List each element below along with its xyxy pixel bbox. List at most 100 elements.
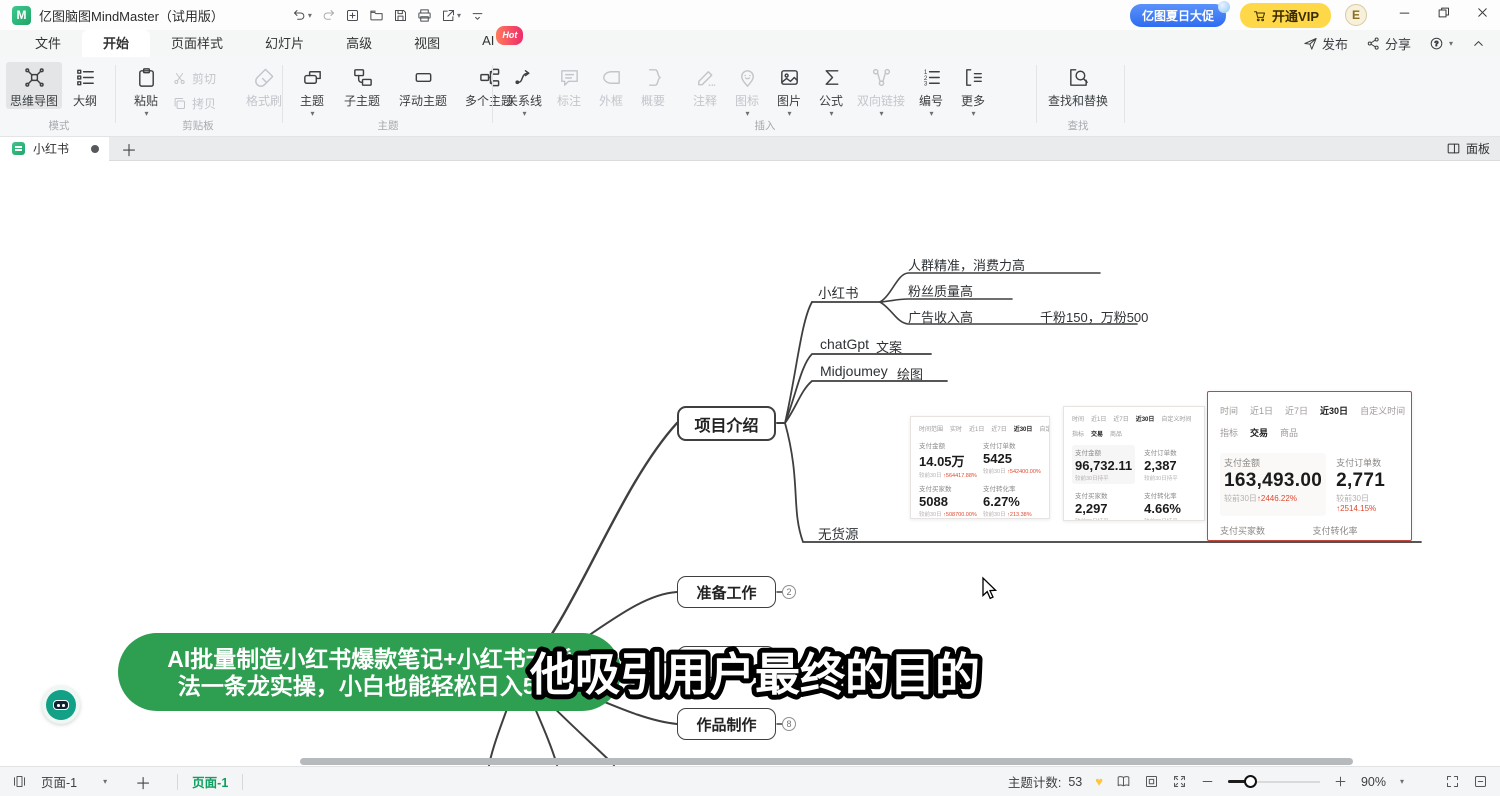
close-button[interactable]: [1475, 5, 1490, 25]
relationship-button[interactable]: 关系线▾: [500, 62, 548, 118]
node-intro[interactable]: 项目介绍: [677, 406, 776, 441]
panel-icon: [1446, 141, 1461, 156]
cut-button[interactable]: 剪切: [172, 70, 236, 87]
branch-xiaohongshu[interactable]: 小红书: [818, 282, 859, 302]
panel-toggle-button[interactable]: 面板: [1446, 140, 1500, 157]
zoom-level[interactable]: 90%: [1361, 775, 1386, 789]
pages-view-button[interactable]: [12, 774, 27, 789]
tab-home[interactable]: 开始: [82, 30, 150, 57]
minimize-button[interactable]: [1397, 5, 1412, 25]
slideshow-preview-button[interactable]: [1116, 774, 1131, 789]
ai-assistant-button[interactable]: [42, 686, 80, 724]
formula-button[interactable]: 公式▾: [810, 62, 852, 118]
zoom-in-button[interactable]: [1333, 774, 1348, 789]
export-caret-icon[interactable]: ▾: [457, 11, 461, 20]
zoom-caret-icon[interactable]: ▾: [1400, 777, 1404, 786]
tab-slideshow[interactable]: 幻灯片: [244, 30, 325, 57]
horizontal-scrollbar[interactable]: [300, 758, 1353, 765]
share-button[interactable]: 分享: [1366, 34, 1411, 53]
menu-bar: 文件 开始 页面样式 幻灯片 高级 视图 AIHot 发布 分享 ?▾: [0, 30, 1500, 57]
tab-ai[interactable]: AIHot: [461, 27, 527, 57]
avatar[interactable]: E: [1345, 4, 1367, 26]
customize-toolbar-button[interactable]: [470, 8, 485, 23]
callout-icon: [558, 66, 581, 89]
summary-button[interactable]: 概要: [632, 62, 674, 109]
format-painter-button[interactable]: 格式刷: [240, 62, 288, 109]
boundary-button[interactable]: 外框: [590, 62, 632, 109]
frame-icon: [1144, 774, 1159, 789]
picture-button[interactable]: 图片▾: [768, 62, 810, 118]
undo-button[interactable]: ▾: [292, 8, 312, 23]
branch-fans[interactable]: 粉丝质量高: [908, 281, 973, 300]
card1-pager: —: [919, 518, 1041, 519]
topic-button[interactable]: 主题▾: [290, 62, 334, 118]
comment-button[interactable]: 注释: [684, 62, 726, 109]
print-button[interactable]: [417, 8, 432, 23]
branch-no-supply[interactable]: 无货源: [818, 523, 859, 543]
add-page-button[interactable]: ＋: [123, 770, 163, 794]
node-prep[interactable]: 准备工作: [677, 576, 776, 608]
mindmap-canvas[interactable]: 时间范围 实时 近1日 近7日 近30日 自定义 支付金额14.05万较前30日…: [0, 161, 1500, 766]
floating-topic-button[interactable]: 浮动主题: [390, 62, 456, 109]
tab-advanced[interactable]: 高级: [325, 30, 393, 57]
numbering-button[interactable]: 123 编号▾: [910, 62, 952, 118]
svg-text:3: 3: [923, 81, 927, 88]
restore-button[interactable]: [1436, 5, 1451, 25]
save-button[interactable]: [393, 8, 408, 23]
copy-button[interactable]: 拷贝: [172, 95, 236, 112]
promo-badge[interactable]: 亿图夏日大促: [1130, 4, 1226, 27]
more-insert-button[interactable]: 更多▾: [952, 62, 994, 118]
undo-caret-icon[interactable]: ▾: [308, 11, 312, 20]
numbering-icon: 123: [920, 66, 943, 89]
branch-audience[interactable]: 人群精准，消费力高: [908, 255, 1025, 274]
publish-button[interactable]: 发布: [1303, 34, 1348, 53]
tab-view[interactable]: 视图: [393, 30, 461, 57]
zoom-out-button[interactable]: [1200, 774, 1215, 789]
zoom-slider-knob[interactable]: [1244, 775, 1257, 788]
branch-midjourney[interactable]: Midjoumey: [820, 363, 888, 379]
branch-ad-income[interactable]: 广告收入高: [908, 307, 973, 326]
tab-page-style[interactable]: 页面样式: [150, 30, 244, 57]
collapse-ribbon-button[interactable]: [1471, 36, 1486, 51]
fit-page-button[interactable]: [1144, 774, 1159, 789]
paste-button[interactable]: 粘贴▾: [124, 62, 168, 118]
tab-file[interactable]: 文件: [14, 30, 82, 57]
vip-button[interactable]: 开通VIP: [1240, 3, 1331, 28]
formula-icon: [820, 66, 843, 89]
fullscreen-button[interactable]: [1445, 774, 1460, 789]
subtopic-icon: [351, 66, 374, 89]
branch-chatgpt-use[interactable]: 文案: [876, 337, 902, 356]
page-tab-active[interactable]: 页面-1: [192, 772, 228, 791]
subtopic-button[interactable]: 子主题: [334, 62, 390, 109]
new-file-button[interactable]: [345, 8, 360, 23]
page-selector-caret-icon[interactable]: ▾: [103, 777, 107, 786]
outline-mode-button[interactable]: 大纲: [62, 62, 108, 109]
help-button[interactable]: ?▾: [1429, 36, 1453, 51]
collapse-badge-production[interactable]: 8: [782, 717, 796, 731]
document-tab-active[interactable]: 小红书: [0, 137, 109, 161]
node-production[interactable]: 作品制作: [677, 708, 776, 740]
open-file-button[interactable]: [369, 8, 384, 23]
branch-midjourney-use[interactable]: 绘图: [897, 364, 923, 383]
collapse-panel-button[interactable]: [1473, 774, 1488, 789]
new-document-tab-button[interactable]: ＋: [109, 137, 149, 161]
fit-window-button[interactable]: [1172, 774, 1187, 789]
unsaved-dot-icon: [91, 145, 99, 153]
branch-ad-income-detail[interactable]: 千粉150，万粉500: [1040, 307, 1148, 326]
vip-heart-icon: ♥: [1095, 774, 1103, 789]
card1-tab: 近1日: [969, 424, 984, 433]
mindmap-mode-button[interactable]: 思维导图: [6, 62, 62, 109]
find-replace-button[interactable]: 查找和替换: [1042, 62, 1114, 109]
card3-tab-active: 近30日: [1320, 404, 1348, 417]
two-way-link-button[interactable]: 双向链接▾: [852, 62, 910, 118]
redo-button[interactable]: [321, 8, 336, 23]
insert-icon-button[interactable]: 图标▾: [726, 62, 768, 118]
card1-tab: 近7日: [991, 424, 1006, 433]
export-button[interactable]: ▾: [441, 8, 461, 23]
zoom-slider[interactable]: [1228, 775, 1320, 789]
pages-icon: [12, 774, 27, 789]
branch-chatgpt[interactable]: chatGpt: [820, 336, 869, 352]
callout-button[interactable]: 标注: [548, 62, 590, 109]
page-selector[interactable]: 页面-1: [41, 772, 77, 791]
collapse-badge-prep[interactable]: 2: [782, 585, 796, 599]
